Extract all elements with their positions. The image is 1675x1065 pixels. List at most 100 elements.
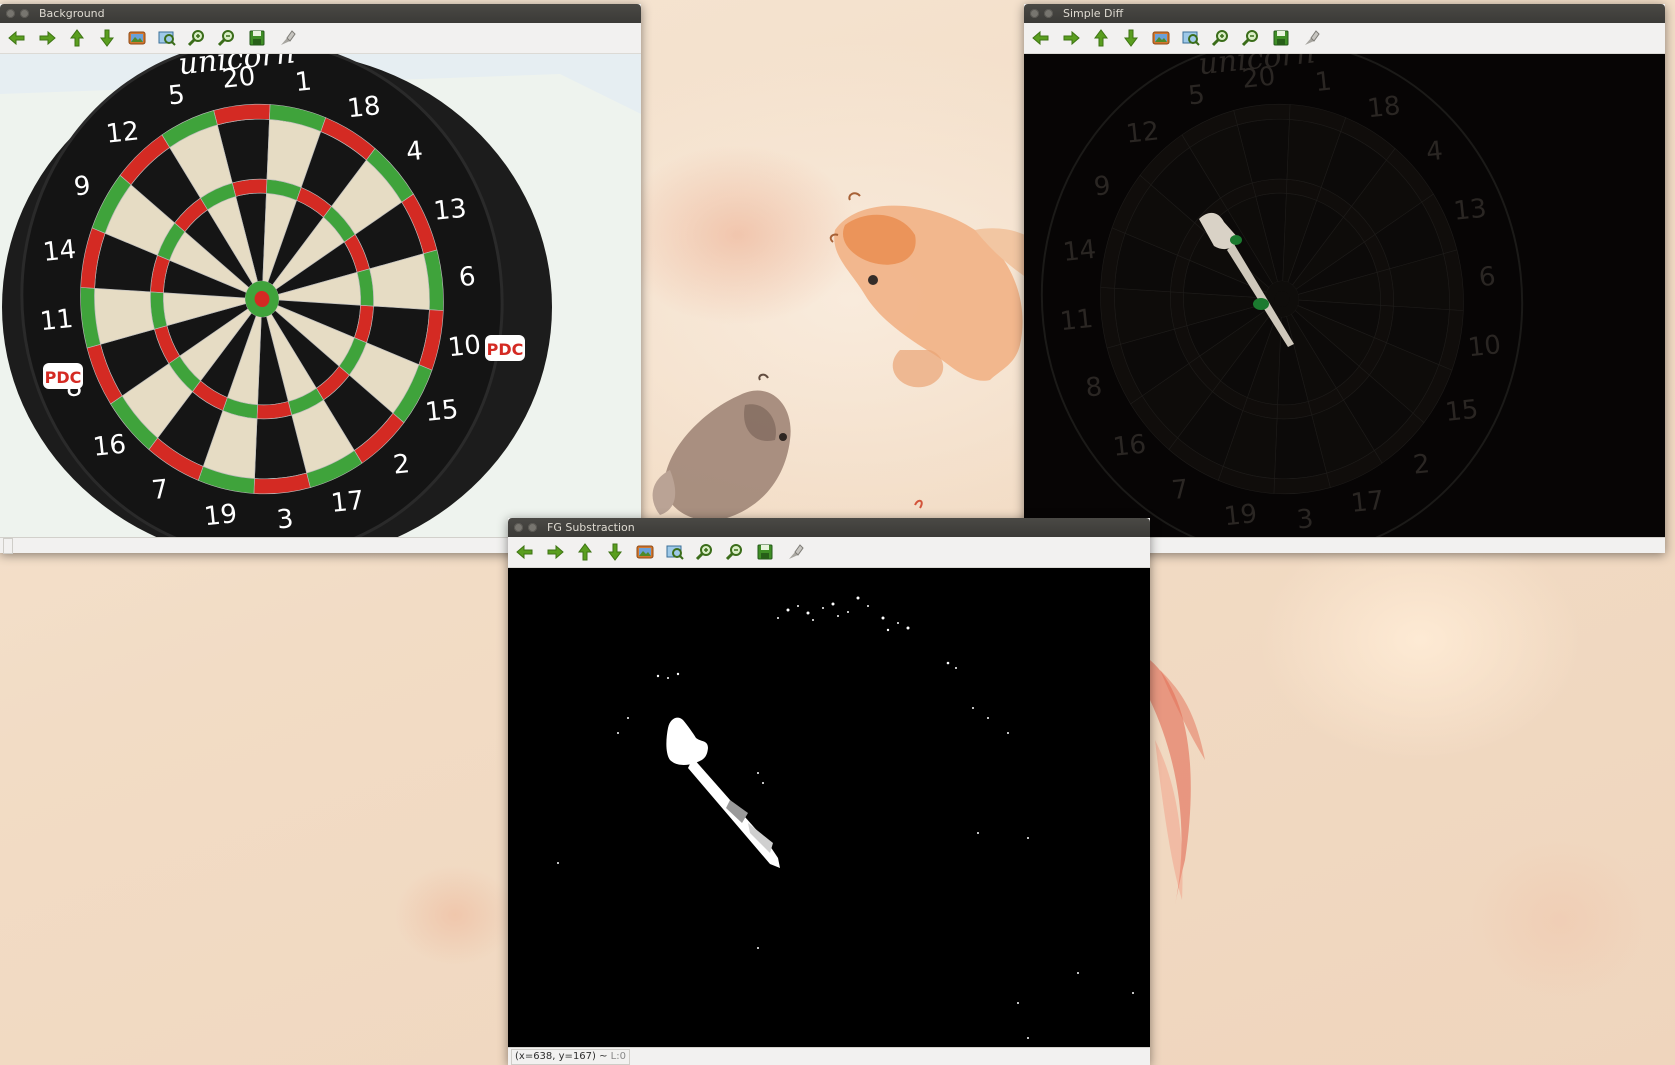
image-button[interactable] (1148, 25, 1174, 51)
board-number: 16 (92, 430, 128, 463)
save-button[interactable] (752, 539, 778, 565)
toolbar (1024, 23, 1665, 54)
image-icon (636, 545, 654, 559)
arrow-up-icon (578, 543, 592, 561)
image-button[interactable] (124, 25, 150, 51)
zoom-out-button[interactable] (214, 25, 240, 51)
zoom-fit-button[interactable] (154, 25, 180, 51)
zoom-in-icon (695, 544, 712, 561)
arrow-right-button[interactable] (34, 25, 60, 51)
pdc-logo: PDC (45, 368, 82, 387)
arrow-down-button[interactable] (1118, 25, 1144, 51)
image-icon (128, 31, 146, 45)
status-bar: (x=638, y=167) ~ L:0 (508, 1047, 1150, 1065)
zoom-out-icon (1241, 30, 1258, 47)
close-button[interactable] (1030, 9, 1039, 18)
arrow-left-icon (1032, 30, 1049, 46)
properties-button[interactable] (1298, 25, 1324, 51)
properties-button[interactable] (274, 25, 300, 51)
zoom-fit-icon (1182, 31, 1200, 46)
pdc-logo: PDC (487, 340, 524, 359)
arrow-right-icon (1063, 30, 1080, 46)
minimize-button[interactable] (1044, 9, 1053, 18)
board-number: 3 (275, 504, 295, 536)
properties-button[interactable] (782, 539, 808, 565)
coordinate-text: (x=638, y=167) ~ (515, 1050, 611, 1062)
board-number: 13 (1452, 194, 1488, 227)
board-number: 8 (1084, 372, 1104, 404)
minimize-button[interactable] (528, 523, 537, 532)
board-number: 16 (1112, 430, 1148, 463)
level-text: L:0 (610, 1050, 626, 1062)
zoom-out-button[interactable] (1238, 25, 1264, 51)
toolbar (0, 23, 641, 54)
board-number: 11 (1059, 304, 1095, 337)
zoom-out-button[interactable] (722, 539, 748, 565)
arrow-down-button[interactable] (94, 25, 120, 51)
arrow-right-icon (39, 30, 56, 46)
background-window: Background 20118413610152173197168111491… (0, 4, 641, 554)
board-number: 18 (1366, 91, 1402, 124)
save-icon (1273, 30, 1289, 46)
arrow-right-button[interactable] (542, 539, 568, 565)
zoom-in-button[interactable] (1208, 25, 1234, 51)
status-field (3, 537, 13, 554)
minimize-button[interactable] (20, 9, 29, 18)
arrow-up-button[interactable] (572, 539, 598, 565)
zoom-in-button[interactable] (692, 539, 718, 565)
arrow-left-button[interactable] (512, 539, 538, 565)
arrow-left-icon (516, 544, 533, 560)
board-number: 14 (1062, 235, 1098, 268)
zoom-fit-button[interactable] (1178, 25, 1204, 51)
window-title: Simple Diff (1063, 7, 1124, 20)
foreground-mask (557, 596, 1134, 1039)
arrow-left-button[interactable] (4, 25, 30, 51)
board-number: 14 (42, 235, 78, 268)
board-number: 10 (1466, 330, 1502, 363)
fg-substraction-window: FG Substraction (x=638, y=167) ~ L:0 (508, 518, 1150, 1065)
save-button[interactable] (244, 25, 270, 51)
arrow-down-icon (1124, 29, 1138, 47)
arrow-left-button[interactable] (1028, 25, 1054, 51)
coordinate-readout: (x=638, y=167) ~ L:0 (511, 1048, 630, 1065)
properties-icon (789, 544, 804, 559)
board-number: 4 (1425, 136, 1445, 168)
zoom-in-button[interactable] (184, 25, 210, 51)
board-number: 6 (1478, 262, 1498, 294)
zoom-fit-icon (158, 31, 176, 46)
zoom-in-icon (187, 30, 204, 47)
background-image: 2011841361015217319716811149125unicornPD… (0, 54, 641, 537)
board-number: 4 (405, 136, 425, 168)
board-number: 7 (150, 475, 170, 507)
foreground-mask-image (508, 568, 1150, 1048)
arrow-up-button[interactable] (64, 25, 90, 51)
board-number: 3 (1295, 504, 1315, 536)
board-number: 10 (446, 330, 482, 363)
board-number: 13 (432, 194, 468, 227)
board-number: 5 (167, 80, 187, 112)
save-icon (249, 30, 265, 46)
close-button[interactable] (6, 9, 15, 18)
arrow-up-button[interactable] (1088, 25, 1114, 51)
title-bar[interactable]: FG Substraction (508, 518, 1150, 537)
arrow-left-icon (8, 30, 25, 46)
board-number: 15 (1444, 395, 1480, 428)
save-button[interactable] (1268, 25, 1294, 51)
title-bar[interactable]: Background (0, 4, 641, 23)
image-button[interactable] (632, 539, 658, 565)
arrow-up-icon (1094, 29, 1108, 47)
dartboard-image: 2011841361015217319716811149125unicornPD… (0, 54, 641, 537)
board-number: 1 (294, 67, 314, 99)
title-bar[interactable]: Simple Diff (1024, 4, 1665, 23)
board-number: 19 (203, 499, 239, 532)
zoom-fit-button[interactable] (662, 539, 688, 565)
arrow-right-button[interactable] (1058, 25, 1084, 51)
close-button[interactable] (514, 523, 523, 532)
diff-image: 20 1 18 4 13 6 10 15 2 17 3 19 7 16 8 11 14 9 12 5 unicorn (1024, 54, 1665, 537)
board-number: 2 (1412, 449, 1432, 481)
desktop: Background 20118413610152173197168111491… (0, 0, 1675, 1065)
board-number: 2 (392, 449, 412, 481)
arrow-down-button[interactable] (602, 539, 628, 565)
zoom-out-icon (217, 30, 234, 47)
board-number: 12 (1125, 116, 1161, 149)
